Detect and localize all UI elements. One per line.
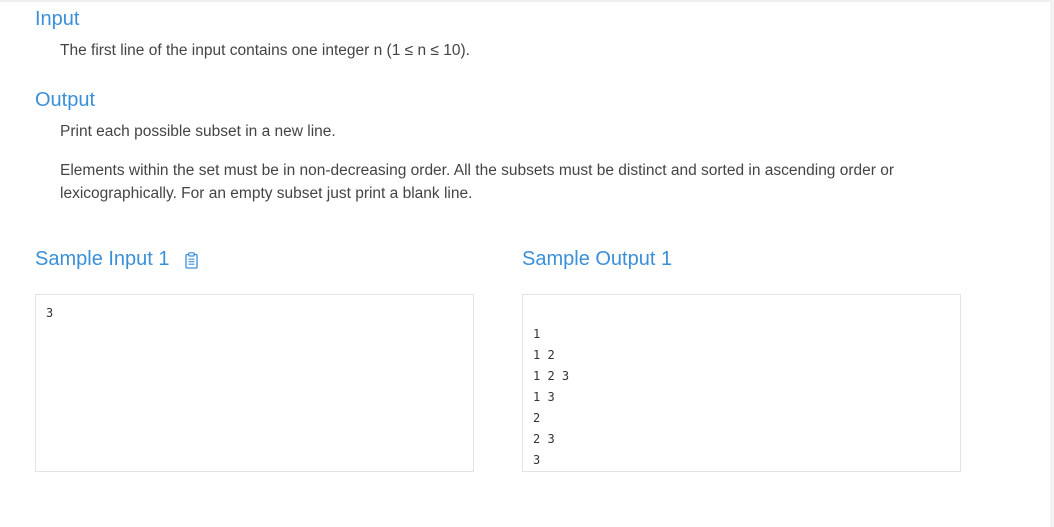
scrollbar-track xyxy=(1050,0,1054,527)
output-line: 1 2 xyxy=(533,348,555,362)
sample-input-heading: Sample Input 1 xyxy=(35,247,198,271)
sample-input-box[interactable]: 3 xyxy=(35,294,474,472)
output-line: 3 xyxy=(533,453,541,467)
sample-output-box[interactable]: 1 1 2 1 2 3 1 3 2 2 3 3 xyxy=(522,294,961,472)
output-line: 1 xyxy=(533,327,541,341)
input-section-heading: Input xyxy=(35,8,80,30)
output-line: 1 2 3 xyxy=(533,369,570,383)
output-line: 2 xyxy=(533,411,541,425)
clipboard-icon[interactable] xyxy=(184,251,198,269)
output-section-heading: Output xyxy=(35,89,96,111)
sample-output-title: Sample Output 1 xyxy=(522,248,673,270)
sample-output-heading: Sample Output 1 xyxy=(522,247,672,271)
output-line: 1 3 xyxy=(533,390,555,404)
sample-input-title: Sample Input 1 xyxy=(35,248,170,270)
output-line: 2 3 xyxy=(533,432,555,446)
input-line: 3 xyxy=(46,306,54,320)
top-divider xyxy=(0,0,1050,2)
input-description: The first line of the input contains one… xyxy=(60,42,470,59)
output-description-1: Print each possible subset in a new line… xyxy=(60,123,336,140)
output-description-2: Elements within the set must be in non-d… xyxy=(60,162,895,202)
